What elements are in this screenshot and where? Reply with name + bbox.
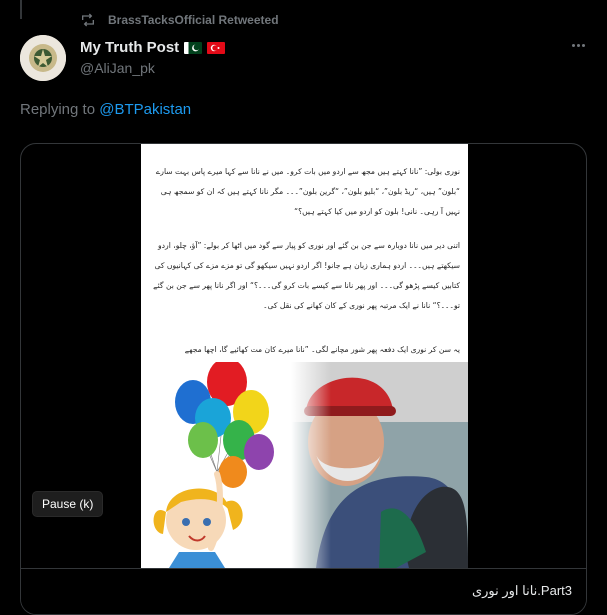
thread-line bbox=[20, 0, 22, 19]
reply-mention-link[interactable]: @BTPakistan bbox=[99, 101, 191, 118]
turkey-flag-icon bbox=[207, 41, 226, 54]
media-caption-bar: Part3.نانا اور نوری bbox=[21, 568, 586, 614]
pause-button[interactable]: Pause (k) bbox=[33, 492, 103, 516]
video-player[interactable]: نوری بولی: ”نانا کہتے ہیں مجھ سے اردو می… bbox=[20, 143, 587, 615]
retweet-header: BrassTacksOfficial Retweeted bbox=[80, 12, 279, 28]
author-row: My Truth Post bbox=[80, 39, 226, 56]
author-name[interactable]: My Truth Post bbox=[80, 39, 179, 56]
pakistan-flag-icon bbox=[184, 41, 203, 54]
author-handle[interactable]: @AliJan_pk bbox=[80, 60, 155, 76]
reply-prefix: Replying to bbox=[20, 101, 100, 118]
more-options-icon[interactable] bbox=[572, 44, 585, 47]
video-frame: نوری بولی: ”نانا کہتے ہیں مجھ سے اردو می… bbox=[141, 144, 468, 568]
avatar[interactable] bbox=[20, 35, 66, 81]
replying-to: Replying to @BTPakistan bbox=[20, 101, 191, 118]
media-caption: Part3.نانا اور نوری bbox=[471, 583, 572, 598]
retweet-label[interactable]: BrassTacksOfficial Retweeted bbox=[108, 13, 279, 27]
story-paragraph-1: نوری بولی: ”نانا کہتے ہیں مجھ سے اردو می… bbox=[155, 167, 460, 216]
story-illustration bbox=[153, 362, 468, 568]
story-paragraph-2: اتنی دیر میں نانا دوبارہ سے جن بن گئے او… bbox=[153, 241, 460, 310]
retweet-icon bbox=[82, 13, 94, 27]
